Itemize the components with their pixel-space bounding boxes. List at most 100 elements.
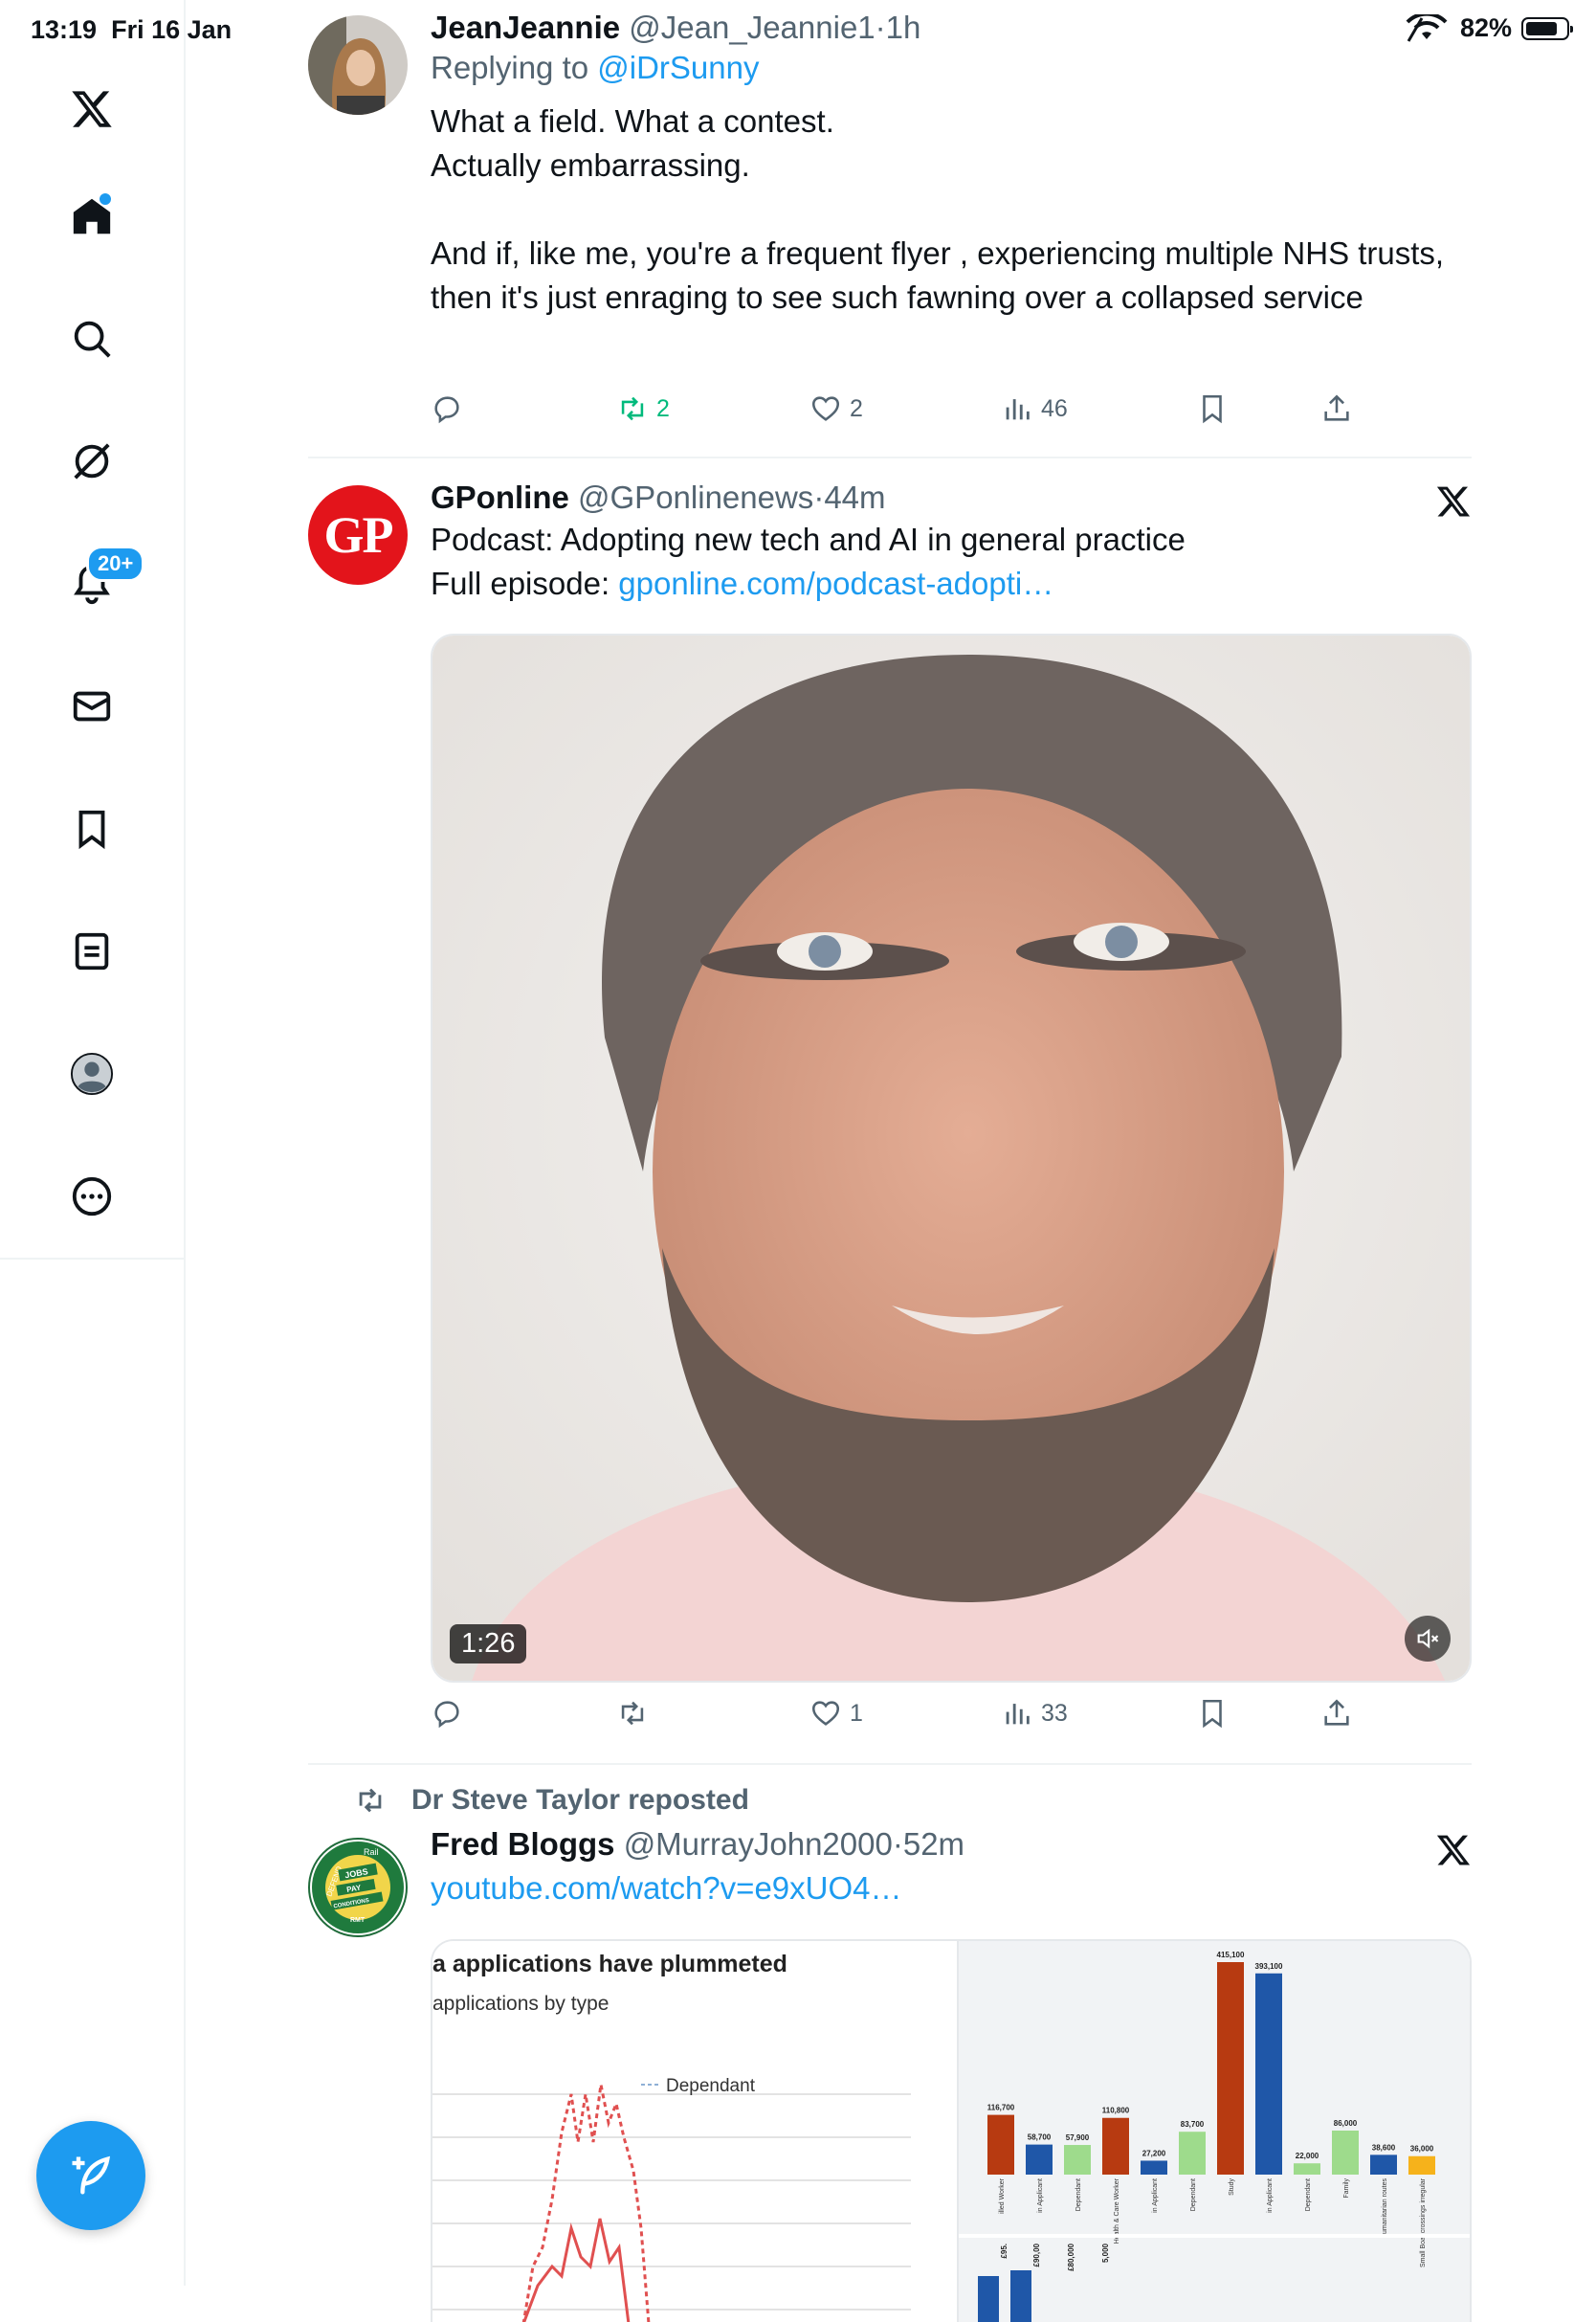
bar-8 [1294, 2163, 1320, 2175]
author-handle[interactable]: @GPonlinenews [578, 480, 813, 515]
bar-1 [1026, 2144, 1053, 2175]
heart-icon [811, 1701, 840, 1726]
author-name[interactable]: Fred Bloggs [431, 1826, 615, 1862]
tweet-divider [308, 1763, 1472, 1765]
timeline-feed: JeanJeannie @Jean_Jeannie1·1h Replying t… [308, 0, 1472, 2322]
bar-2 [1064, 2145, 1091, 2175]
share-icon [1324, 1699, 1349, 1726]
lower-bar-label: 5,000 [1101, 2243, 1110, 2263]
bar-3 [1102, 2117, 1129, 2175]
tweet-actions: 2 2 46 [431, 392, 1472, 435]
thumbnail-divider [959, 2234, 1470, 2238]
bar-value-label: 393,100 [1255, 1962, 1283, 1971]
retweet-icon [621, 396, 644, 421]
tweet-link[interactable]: gponline.com/podcast-adopti… [618, 566, 1053, 601]
views-button[interactable]: 33 [1001, 1697, 1068, 1730]
battery-icon [1521, 16, 1573, 40]
heart-icon [811, 396, 840, 421]
lower-bar-0 [978, 2276, 999, 2322]
bar-category-label: in Applicant [1037, 2178, 1044, 2213]
tweet-link[interactable]: youtube.com/watch?v=e9xUO4… [431, 1870, 902, 1906]
bookmark-button[interactable] [1196, 392, 1229, 425]
x-logo-icon [1436, 486, 1471, 517]
replying-to-link[interactable]: @iDrSunny [597, 50, 759, 85]
bar-value-label: 58,700 [1028, 2133, 1052, 2142]
share-icon [1324, 394, 1349, 421]
retweet-button[interactable] [616, 1697, 656, 1730]
avatar[interactable] [308, 15, 408, 115]
gp-logo-text: GP [323, 506, 394, 564]
bookmark-icon [1203, 394, 1222, 424]
tweet-divider [308, 457, 1472, 458]
search-icon[interactable] [54, 301, 130, 377]
lower-bar-1 [1010, 2270, 1031, 2322]
video-thumbnail [432, 636, 1470, 1681]
bar-value-label: 22,000 [1296, 2152, 1319, 2160]
avatar-text-rail: Rail [364, 1847, 379, 1857]
video-player[interactable]: 1:26 [431, 634, 1472, 1683]
sidebar-nav: 20+ [0, 0, 186, 2286]
bar-category-label: Family [1343, 2178, 1350, 2199]
author-handle[interactable]: @MurrayJohn2000 [624, 1826, 893, 1862]
bar-value-label: 36,000 [1410, 2145, 1434, 2154]
home-unread-dot [98, 191, 113, 207]
tweet-text: Podcast: Adopting new tech and AI in gen… [431, 522, 1186, 557]
bar-category-label: in Applicant [1152, 2178, 1159, 2213]
bar-category-label: Dependant [1305, 2178, 1312, 2211]
reply-button[interactable] [431, 1697, 463, 1730]
bookmark-icon [1203, 1699, 1222, 1729]
bar-category-label: in Applicant [1267, 2178, 1274, 2213]
like-button[interactable]: 1 [809, 1697, 863, 1730]
messages-icon[interactable] [54, 668, 130, 745]
sidebar-separator [0, 1258, 184, 1260]
views-button[interactable]: 46 [1001, 392, 1068, 425]
share-button[interactable] [1320, 392, 1353, 425]
reply-button[interactable] [431, 392, 463, 425]
like-button[interactable]: 2 [809, 392, 863, 425]
share-button[interactable] [1320, 1697, 1353, 1730]
avatar[interactable]: GP [308, 485, 408, 585]
notifications-icon[interactable]: 20+ [54, 546, 145, 622]
link-prefix: Full episode: [431, 566, 619, 601]
author-name[interactable]: GPonline [431, 480, 569, 515]
retweet-button[interactable]: 2 [616, 392, 670, 425]
tweet-time[interactable]: 52m [903, 1826, 964, 1862]
thumbnail-line-chart: Dependant [432, 2076, 911, 2322]
bookmark-button[interactable] [1196, 1697, 1229, 1730]
avatar[interactable]: DEFEND Rail JOBS PAY CONDITIONS RMT [308, 1838, 408, 1937]
more-icon[interactable] [54, 1158, 130, 1235]
mute-button[interactable] [1405, 1616, 1451, 1662]
tweet-actions: 1 33 [431, 1697, 1472, 1739]
tweet-time[interactable]: 44m [824, 480, 885, 515]
lists-icon[interactable] [54, 913, 130, 990]
bar-category-label: Health & Care Worker [1114, 2177, 1120, 2244]
tweet-text: What a field. What a contest. Actually e… [431, 103, 1445, 315]
bar-6 [1217, 1962, 1244, 2175]
views-count: 46 [1041, 394, 1068, 422]
home-icon[interactable] [54, 178, 130, 255]
profile-icon[interactable] [54, 1036, 130, 1112]
tweet-link-line: Full episode: gponline.com/podcast-adopt… [431, 562, 1472, 606]
reply-icon [434, 396, 459, 424]
bar-category-label: umanitarian routes [1382, 2178, 1388, 2234]
thumbnail-bar-chart: 116,700 illed Worker 58,700 in Applicant 57,… [959, 1951, 1470, 2322]
dot-separator: · [892, 1826, 903, 1862]
video-duration: 1:26 [450, 1624, 527, 1663]
repost-context[interactable]: Dr Steve Taylor reposted [354, 1784, 749, 1817]
bar-category-label: Dependant [1190, 2178, 1197, 2211]
bar-value-label: 27,200 [1142, 2149, 1166, 2157]
x-logo-icon[interactable] [54, 71, 130, 147]
retweet-icon [359, 1788, 382, 1813]
link-preview-image[interactable]: a applications have plummeted applicatio… [431, 1939, 1472, 2322]
author-handle[interactable]: @Jean_Jeannie1 [629, 10, 875, 45]
retweet-icon [621, 1701, 644, 1726]
compose-button[interactable] [36, 2121, 145, 2230]
bookmarks-icon[interactable] [54, 791, 130, 867]
bar-0 [987, 2114, 1014, 2175]
tweet-link-line: youtube.com/watch?v=e9xUO4… [431, 1866, 1472, 1910]
author-name[interactable]: JeanJeannie [431, 10, 620, 45]
grok-icon[interactable] [54, 423, 130, 500]
bar-category-label: illed Worker [999, 2177, 1006, 2213]
tweet-time[interactable]: 1h [886, 10, 921, 45]
x-logo-icon [1436, 1835, 1471, 1865]
